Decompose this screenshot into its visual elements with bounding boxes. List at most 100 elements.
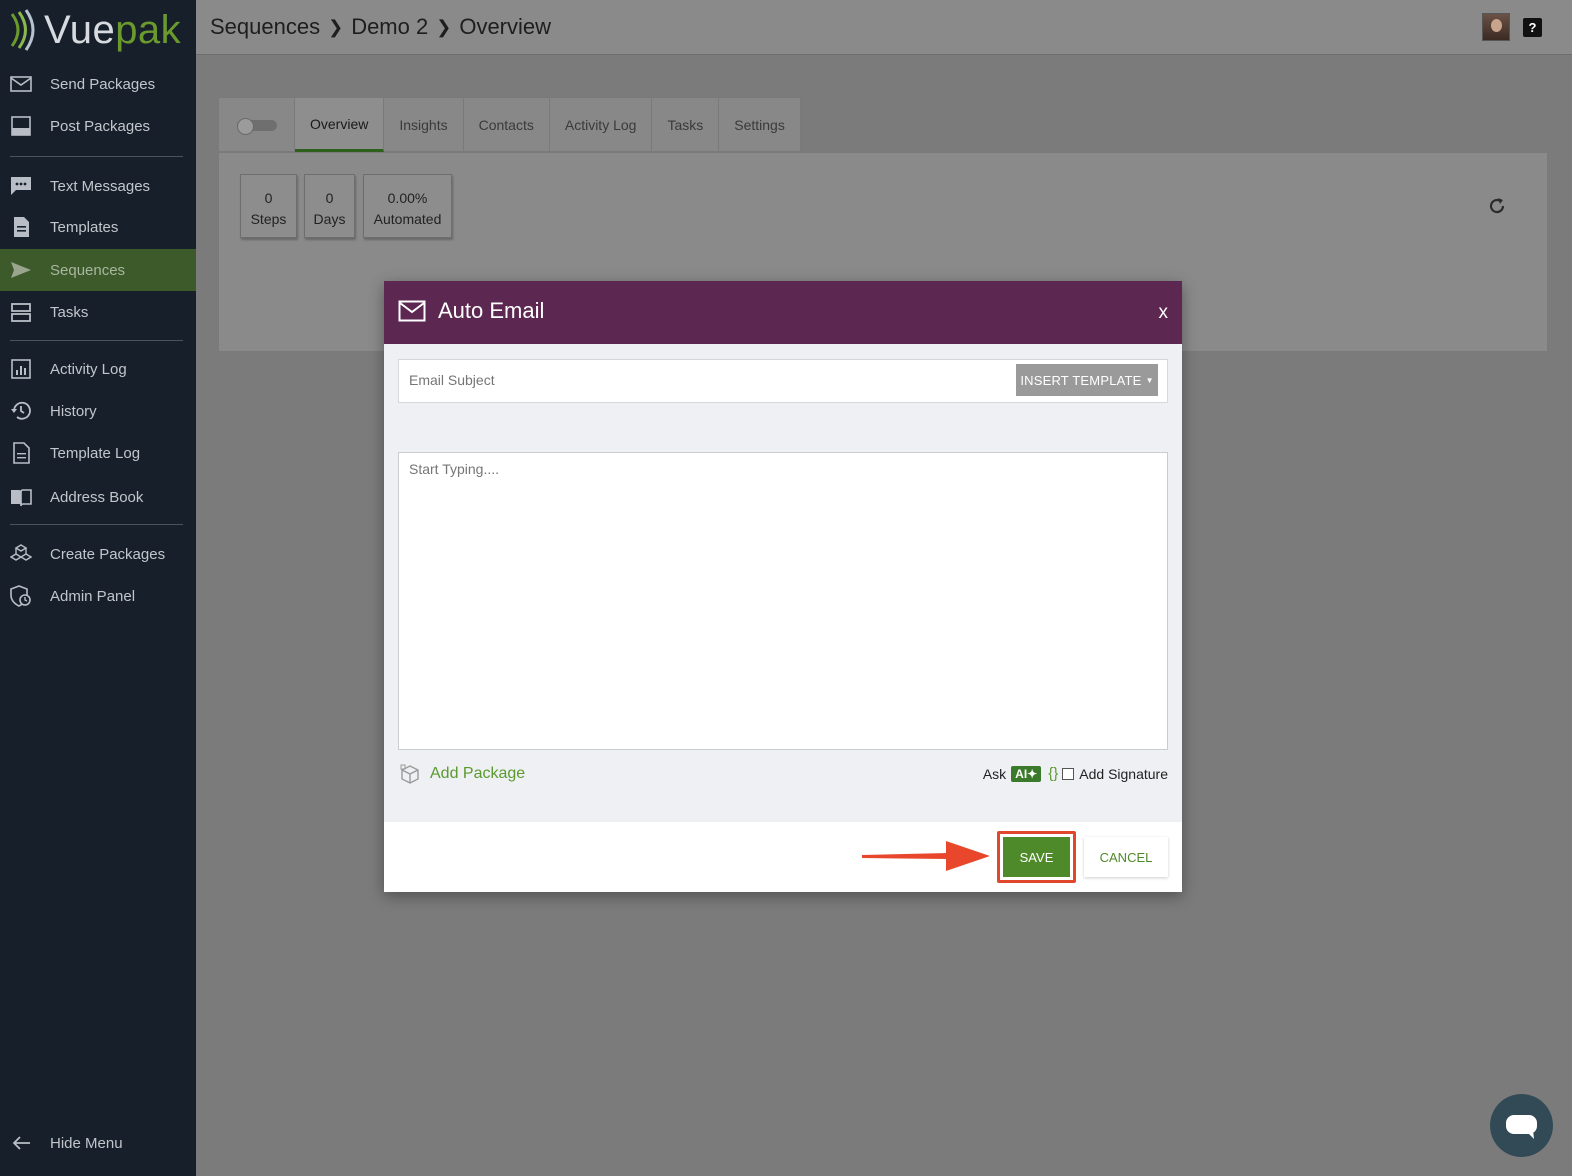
boxes-icon bbox=[10, 544, 32, 561]
merge-fields-braces-icon[interactable]: {} bbox=[1048, 765, 1058, 782]
annotation-arrow-icon bbox=[862, 841, 990, 871]
sidebar-item-label: Admin Panel bbox=[50, 587, 136, 605]
caret-down-icon: ▼ bbox=[1145, 375, 1154, 385]
tab-activity-log[interactable]: Activity Log bbox=[550, 98, 653, 152]
sequence-toggle[interactable] bbox=[219, 98, 295, 152]
close-button[interactable]: x bbox=[1159, 302, 1169, 324]
ask-label: Ask bbox=[982, 765, 1007, 782]
tab-overview[interactable]: Overview bbox=[295, 98, 385, 152]
document-icon bbox=[14, 217, 29, 237]
tab-insights[interactable]: Insights bbox=[384, 98, 464, 152]
auto-email-modal: Auto Email x INSERT TEMPLATE ▼ Add Packa… bbox=[384, 281, 1182, 892]
modal-title: Auto Email bbox=[438, 298, 545, 323]
sidebar-item-send-packages[interactable]: Send Packages bbox=[0, 63, 196, 105]
ask-ai-button[interactable]: AI✦ bbox=[1011, 765, 1042, 782]
breadcrumb-item-demo[interactable]: Demo 2 bbox=[351, 14, 428, 40]
history-icon bbox=[11, 401, 31, 420]
paper-plane-icon bbox=[11, 262, 31, 278]
vuepak-logo[interactable]: Vuepak bbox=[8, 6, 181, 54]
stat-steps: 0 Steps bbox=[240, 174, 297, 238]
breadcrumb: Sequences ❯ Demo 2 ❯ Overview bbox=[210, 14, 551, 40]
sidebar-item-history[interactable]: History bbox=[0, 390, 196, 432]
file-icon bbox=[13, 442, 30, 464]
logo-wave-icon bbox=[10, 9, 35, 51]
book-icon bbox=[11, 489, 32, 507]
add-signature-label[interactable]: Add Signature bbox=[1079, 766, 1168, 782]
tab-contacts[interactable]: Contacts bbox=[464, 98, 550, 152]
sidebar-divider bbox=[10, 340, 183, 341]
stat-label: Automated bbox=[373, 211, 442, 227]
cancel-button[interactable]: CANCEL bbox=[1084, 837, 1168, 877]
sidebar-item-address-book[interactable]: Address Book bbox=[0, 476, 196, 518]
sidebar-item-label: Post Packages bbox=[50, 117, 151, 135]
ask-ai-row: Ask AI✦ {} Add Signature bbox=[983, 765, 1168, 782]
sidebar-item-template-log[interactable]: Template Log bbox=[0, 432, 196, 474]
stat-value: 0 bbox=[325, 190, 334, 206]
sequence-tabs: Overview Insights Contacts Activity Log … bbox=[218, 97, 802, 152]
stat-label: Days bbox=[313, 211, 346, 227]
sidebar-item-templates[interactable]: Templates bbox=[0, 206, 196, 248]
breadcrumb-item-sequences[interactable]: Sequences bbox=[210, 14, 320, 40]
sidebar-item-label: Template Log bbox=[50, 444, 141, 462]
insert-template-label: INSERT TEMPLATE bbox=[1020, 372, 1142, 388]
chat-bubble-icon bbox=[1506, 1115, 1537, 1139]
sidebar-item-label: Tasks bbox=[50, 303, 89, 321]
sidebar-item-sequences[interactable]: Sequences bbox=[0, 249, 196, 291]
sidebar-item-create-packages[interactable]: Create Packages bbox=[0, 533, 196, 575]
sidebar-item-label: Address Book bbox=[50, 488, 144, 506]
arrow-left-icon bbox=[12, 1136, 30, 1150]
package-box-icon bbox=[400, 764, 419, 784]
hide-menu-label: Hide Menu bbox=[50, 1134, 123, 1152]
envelope-icon bbox=[10, 76, 32, 92]
chevron-right-icon: ❯ bbox=[328, 16, 344, 37]
sidebar-item-admin-panel[interactable]: Admin Panel bbox=[0, 575, 196, 617]
toggle-switch-icon[interactable] bbox=[236, 117, 277, 135]
stat-value: 0.00% bbox=[387, 190, 428, 206]
sidebar-divider bbox=[10, 156, 183, 157]
hide-menu-button[interactable]: Hide Menu bbox=[0, 1122, 196, 1164]
sidebar-item-text-messages[interactable]: Text Messages bbox=[0, 165, 196, 207]
email-body-editor[interactable] bbox=[398, 452, 1168, 750]
help-icon[interactable]: ? bbox=[1523, 18, 1542, 37]
sparkle-icon: ✦ bbox=[1027, 766, 1038, 781]
sidebar-item-label: Text Messages bbox=[50, 177, 151, 195]
modal-header: Auto Email x bbox=[384, 281, 1182, 344]
sidebar-divider bbox=[10, 524, 183, 525]
sidebar-item-label: Activity Log bbox=[50, 360, 127, 378]
sidebar-item-activity-log[interactable]: Activity Log bbox=[0, 348, 196, 390]
stat-automated: 0.00% Automated bbox=[363, 174, 452, 238]
sidebar-item-label: Create Packages bbox=[50, 545, 166, 563]
sidebar: Vuepak Send Packages Post Packages Text … bbox=[0, 0, 196, 1176]
breadcrumb-item-overview: Overview bbox=[459, 14, 552, 39]
ai-label: AI bbox=[1015, 766, 1028, 781]
sidebar-item-post-packages[interactable]: Post Packages bbox=[0, 105, 196, 147]
sidebar-item-label: Sequences bbox=[50, 261, 126, 279]
save-button[interactable]: SAVE bbox=[1003, 837, 1070, 877]
sidebar-item-label: History bbox=[50, 402, 97, 420]
insert-template-button[interactable]: INSERT TEMPLATE ▼ bbox=[1016, 364, 1158, 396]
sidebar-item-tasks[interactable]: Tasks bbox=[0, 291, 196, 333]
add-package-label: Add Package bbox=[430, 765, 526, 782]
modal-footer: SAVE CANCEL bbox=[384, 822, 1182, 892]
avatar[interactable] bbox=[1482, 13, 1510, 41]
logo-text: Vuepak bbox=[44, 8, 182, 52]
add-signature-checkbox[interactable] bbox=[1062, 767, 1075, 780]
chat-icon bbox=[11, 177, 31, 195]
stat-value: 0 bbox=[264, 190, 273, 206]
chevron-right-icon: ❯ bbox=[436, 16, 452, 37]
server-icon bbox=[11, 303, 31, 322]
tab-tasks[interactable]: Tasks bbox=[652, 98, 720, 152]
admin-shield-icon bbox=[10, 585, 31, 607]
add-package-button[interactable]: Add Package bbox=[400, 764, 525, 784]
envelope-icon bbox=[398, 300, 426, 322]
email-subject-input[interactable] bbox=[409, 372, 999, 388]
sidebar-item-label: Send Packages bbox=[50, 75, 156, 93]
stat-label: Steps bbox=[250, 211, 287, 227]
stat-days: 0 Days bbox=[304, 174, 355, 238]
chat-widget-button[interactable] bbox=[1490, 1094, 1553, 1157]
tab-settings[interactable]: Settings bbox=[719, 98, 801, 152]
top-bar: Sequences ❯ Demo 2 ❯ Overview ? bbox=[196, 0, 1572, 55]
refresh-icon[interactable] bbox=[1487, 196, 1507, 216]
bar-chart-icon bbox=[11, 359, 31, 379]
sidebar-item-label: Templates bbox=[50, 218, 119, 236]
